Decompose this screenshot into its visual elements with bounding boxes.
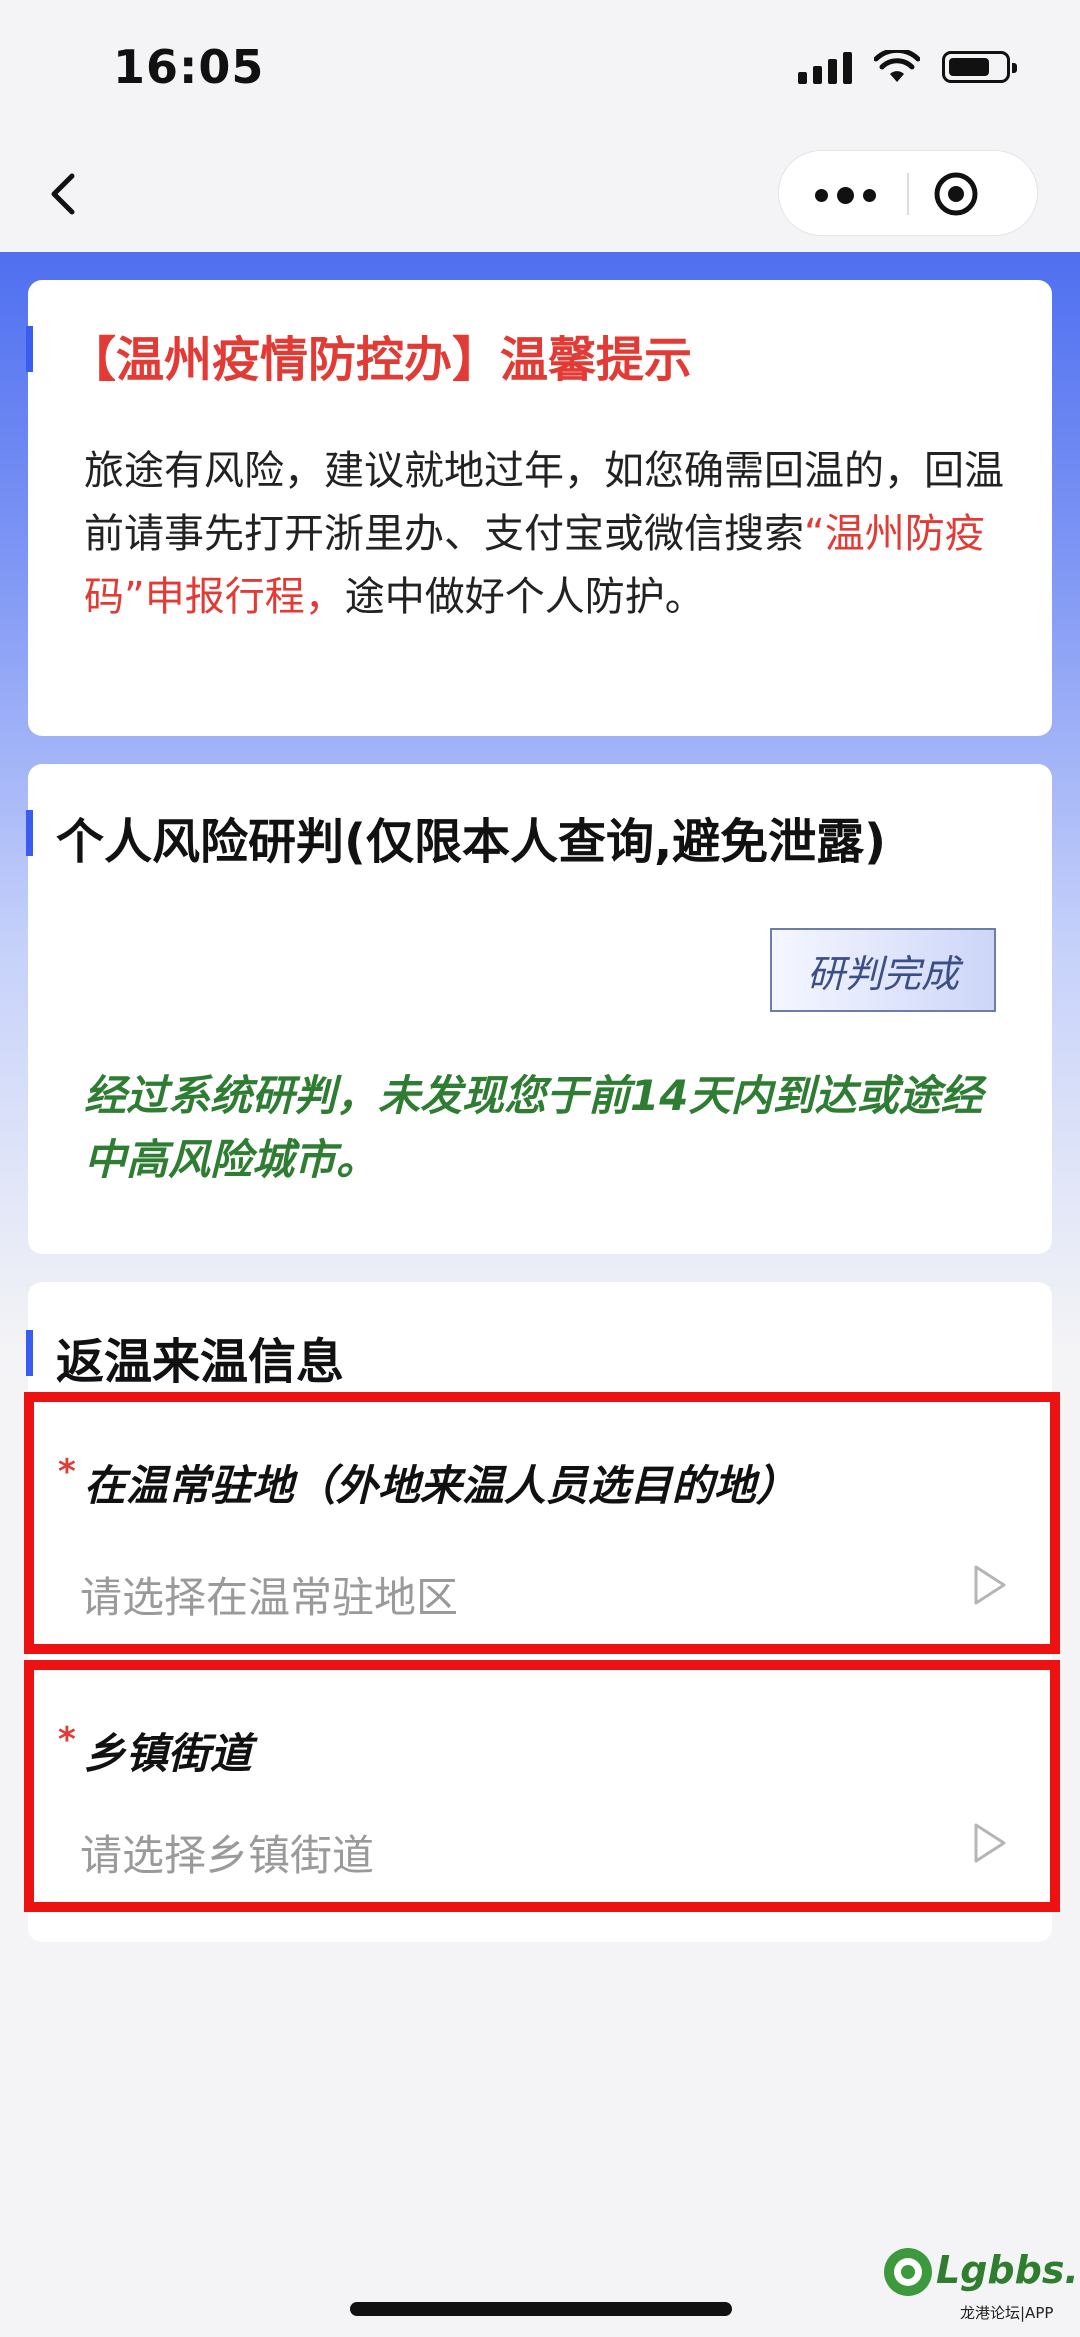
watermark: Lgbbs.cn 龙港论坛|APP xyxy=(880,2236,1080,2336)
street-label-text: 乡镇街道 xyxy=(83,1729,252,1778)
residence-label-text: 在温常驻地（外地来温人员选目的地） xyxy=(83,1461,798,1510)
residence-field[interactable]: * 在温常驻地（外地来温人员选目的地） 请选择在温常驻地区 xyxy=(24,1392,1060,1654)
section-accent-bar xyxy=(26,1330,33,1376)
cellular-signal-icon xyxy=(798,50,852,84)
street-label: * 乡镇街道 xyxy=(58,1720,252,1781)
assessment-status-button[interactable]: 研判完成 xyxy=(770,928,996,1012)
battery-icon xyxy=(942,51,1017,83)
risk-assessment-card: 个人风险研判(仅限本人查询,避免泄露) 研判完成 经过系统研判，未发现您于前14… xyxy=(26,764,1052,1254)
street-field[interactable]: * 乡镇街道 请选择乡镇街道 xyxy=(24,1660,1060,1912)
required-mark: * xyxy=(58,1452,76,1492)
nav-bar xyxy=(0,140,1080,252)
miniprogram-capsule xyxy=(778,150,1038,236)
status-bar: 16:05 xyxy=(0,0,1080,140)
section-accent-bar xyxy=(26,326,33,372)
residence-select[interactable]: 请选择在温常驻地区 xyxy=(80,1564,458,1625)
wifi-icon xyxy=(874,50,920,82)
capsule-divider xyxy=(907,173,909,215)
return-info-title: 返温来温信息 xyxy=(56,1334,345,1390)
assessment-result: 经过系统研判，未发现您于前14天内到达或途经中高风险城市。 xyxy=(84,1071,983,1184)
chevron-right-icon[interactable] xyxy=(972,1564,1008,1606)
chevron-right-icon[interactable] xyxy=(972,1822,1008,1864)
home-indicator xyxy=(350,2302,732,2316)
section-accent-bar xyxy=(26,810,33,856)
back-icon[interactable] xyxy=(36,164,96,224)
notice-card: 【温州疫情防控办】温馨提示 旅途有风险，建议就地过年，如您确需回温的，回温前请事… xyxy=(26,280,1052,736)
watermark-text: Lgbbs.cn xyxy=(936,2248,1080,2292)
status-time: 16:05 xyxy=(113,40,265,94)
forum-logo-icon xyxy=(884,2248,932,2296)
watermark-subtext: 龙港论坛|APP xyxy=(960,2304,1054,2322)
notice-body-text-end: 途中做好个人防护。 xyxy=(344,574,705,620)
status-icons xyxy=(798,50,1017,84)
notice-title: 【温州疫情防控办】温馨提示 xyxy=(68,332,693,388)
residence-label: * 在温常驻地（外地来温人员选目的地） xyxy=(58,1452,798,1513)
close-miniprogram-icon[interactable] xyxy=(933,171,979,217)
notice-body: 旅途有风险，建议就地过年，如您确需回温的，回温前请事先打开浙里办、支付宝或微信搜… xyxy=(84,440,1034,629)
return-info-card: 返温来温信息 * 在温常驻地（外地来温人员选目的地） 请选择在温常驻地区 * 乡镇街… xyxy=(24,1282,1060,1942)
street-select[interactable]: 请选择乡镇街道 xyxy=(80,1822,374,1883)
more-icon[interactable] xyxy=(815,175,895,215)
risk-title: 个人风险研判(仅限本人查询,避免泄露) xyxy=(56,814,887,870)
required-mark: * xyxy=(58,1720,76,1760)
